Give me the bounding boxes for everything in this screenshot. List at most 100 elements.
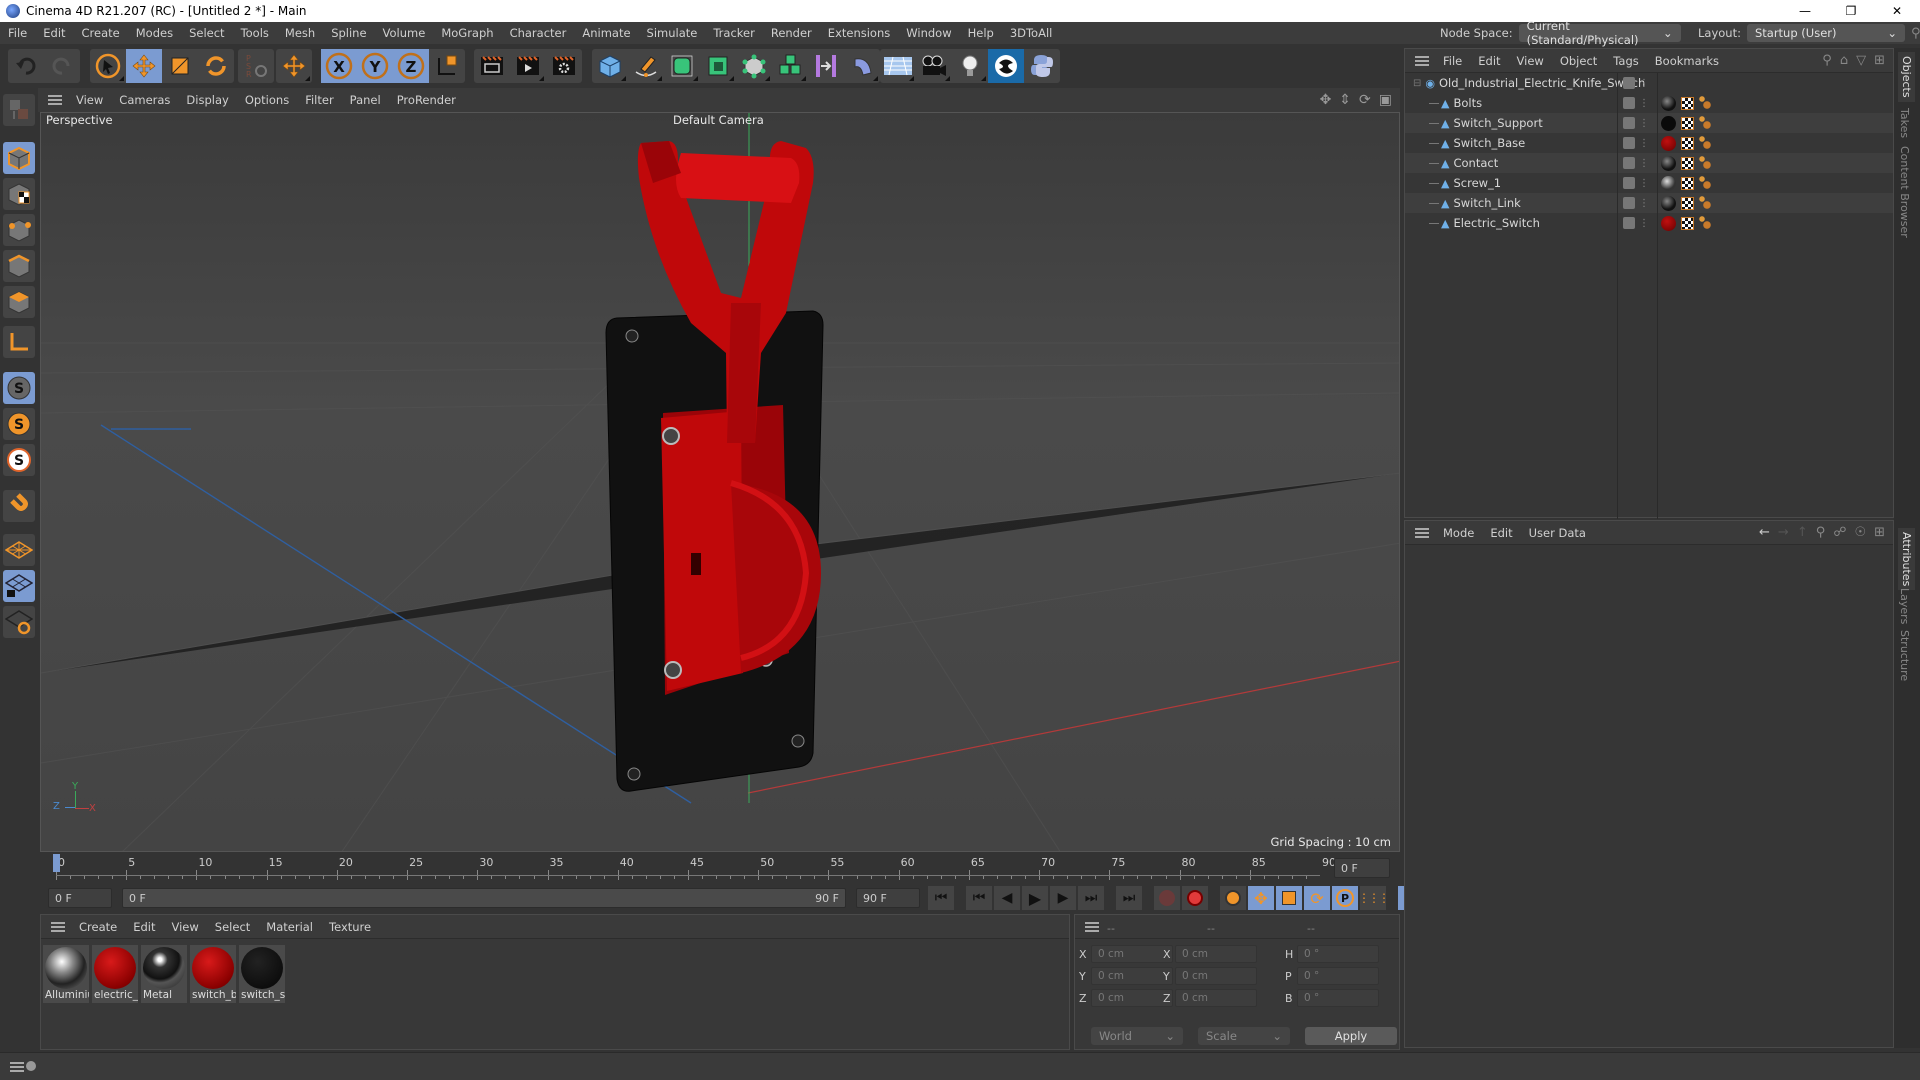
visibility-dots-icon[interactable]: ⋮ xyxy=(1639,218,1649,229)
material-menu-texture[interactable]: Texture xyxy=(321,920,379,934)
workplane-rotate-button[interactable] xyxy=(3,606,35,638)
tab-attributes[interactable]: Attributes xyxy=(1898,528,1915,591)
key-position-button[interactable]: ✥ xyxy=(1248,886,1274,910)
material-swatch[interactable]: Metal xyxy=(141,945,187,1003)
up-arrow-icon[interactable]: ↑ xyxy=(1797,525,1808,540)
menu-tracker[interactable]: Tracker xyxy=(705,26,763,40)
viewport-menu-view[interactable]: View xyxy=(68,93,111,107)
camera-button[interactable] xyxy=(916,49,952,83)
previous-key-button[interactable]: ⏮ xyxy=(966,886,992,910)
snap-button[interactable]: S xyxy=(3,372,35,404)
material-tag-icon[interactable] xyxy=(1661,95,1676,111)
editor-visibility-icon[interactable] xyxy=(1623,177,1635,189)
end-frame-field[interactable]: 90 F xyxy=(856,888,920,908)
floor-button[interactable] xyxy=(880,49,916,83)
node-space-dropdown[interactable]: Current (Standard/Physical) ⌄ xyxy=(1518,19,1681,47)
visibility-dots-icon[interactable]: ⋮ xyxy=(1639,198,1649,209)
search-icon[interactable]: ⚲ xyxy=(1911,26,1920,41)
object-menu-bookmarks[interactable]: Bookmarks xyxy=(1647,54,1727,68)
object-row[interactable]: ▲ Switch_Link ⋮ xyxy=(1405,193,1893,213)
timeline-ruler[interactable]: 0 5 10 15 20 25 30 35 40 45 50 55 60 65 70 75 80 85 90 0 F xyxy=(38,852,1400,882)
material-swatch[interactable]: electric_s xyxy=(92,945,138,1003)
lock-workplane-button[interactable] xyxy=(3,570,35,602)
coord-field[interactable]: 0 cm xyxy=(1175,945,1257,963)
coord-field[interactable]: 0 cm xyxy=(1175,967,1257,985)
uvw-tag-icon[interactable] xyxy=(1681,196,1694,210)
layout-dropdown[interactable]: Startup (User) ⌄ xyxy=(1746,24,1905,42)
editor-visibility-icon[interactable] xyxy=(1623,197,1635,209)
visibility-dots-icon[interactable]: ⋮ xyxy=(1639,118,1649,129)
collapse-icon[interactable]: ⊟ xyxy=(1413,78,1421,89)
material-tag-icon[interactable] xyxy=(1661,155,1676,171)
camera-name-label[interactable]: Default Camera xyxy=(673,113,764,127)
coord-field[interactable]: 0 cm xyxy=(1091,945,1173,963)
menu-window[interactable]: Window xyxy=(898,26,959,40)
menu-mograph[interactable]: MoGraph xyxy=(433,26,501,40)
play-button[interactable]: ▶ xyxy=(1022,886,1048,910)
cube-button[interactable] xyxy=(592,49,628,83)
tab-content-browser[interactable]: Content Browser xyxy=(1898,146,1911,238)
menu-mesh[interactable]: Mesh xyxy=(277,26,323,40)
viewport-menu-filter[interactable]: Filter xyxy=(297,93,341,107)
object-menu-file[interactable]: File xyxy=(1435,54,1470,68)
attribute-menu-user-data[interactable]: User Data xyxy=(1521,526,1594,540)
toggle-layout-icon[interactable]: ▣ xyxy=(1379,92,1392,108)
material-menu-view[interactable]: View xyxy=(164,920,207,934)
material-swatch[interactable]: switch_b xyxy=(190,945,236,1003)
snap-settings-button[interactable]: S xyxy=(3,408,35,440)
object-menu-icon[interactable] xyxy=(1415,55,1429,66)
live-selection-button[interactable] xyxy=(90,49,126,83)
move-button[interactable] xyxy=(126,49,162,83)
material-menu-icon[interactable] xyxy=(51,921,65,932)
phong-tag-icon[interactable] xyxy=(1699,96,1711,110)
phong-tag-icon[interactable] xyxy=(1699,216,1711,230)
magnet-button[interactable] xyxy=(3,490,35,522)
object-row[interactable]: ▲ Bolts ⋮ xyxy=(1405,93,1893,113)
uvw-tag-icon[interactable] xyxy=(1681,216,1694,230)
target-icon[interactable]: ☉ xyxy=(1854,525,1866,540)
z-axis-lock-button[interactable]: Z xyxy=(393,49,429,83)
lock-icon[interactable]: ☍ xyxy=(1833,525,1846,540)
visibility-dots-icon[interactable]: ⋮ xyxy=(1639,78,1649,89)
material-menu-select[interactable]: Select xyxy=(207,920,258,934)
close-button[interactable]: ✕ xyxy=(1874,0,1920,22)
cineware-button[interactable] xyxy=(988,49,1024,83)
menu-help[interactable]: Help xyxy=(960,26,1002,40)
material-tag-icon[interactable] xyxy=(1661,115,1676,131)
object-row[interactable]: ▲ Switch_Support ⋮ xyxy=(1405,113,1893,133)
viewport-menu-panel[interactable]: Panel xyxy=(342,93,389,107)
editor-visibility-icon[interactable] xyxy=(1623,157,1635,169)
menu-modes[interactable]: Modes xyxy=(128,26,181,40)
redo-button[interactable] xyxy=(44,49,80,83)
cloner-button[interactable] xyxy=(772,49,808,83)
editor-visibility-icon[interactable] xyxy=(1623,97,1635,109)
x-axis-lock-button[interactable]: X xyxy=(321,49,357,83)
coord-field[interactable]: 0 ° xyxy=(1297,989,1379,1007)
render-settings-button[interactable] xyxy=(546,49,582,83)
make-editable-button[interactable] xyxy=(3,94,35,126)
new-window-icon[interactable]: ⊞ xyxy=(1874,525,1885,540)
attribute-menu-edit[interactable]: Edit xyxy=(1482,526,1520,540)
visibility-dots-icon[interactable]: ⋮ xyxy=(1639,178,1649,189)
coordinate-system-button[interactable] xyxy=(429,49,465,83)
render-view-button[interactable] xyxy=(474,49,510,83)
snap-workplane-button[interactable]: S xyxy=(3,444,35,476)
visibility-dots-icon[interactable]: ⋮ xyxy=(1639,158,1649,169)
start-frame-field[interactable]: 0 F xyxy=(48,888,112,908)
autokey-button[interactable] xyxy=(1182,886,1208,910)
go-to-end-button[interactable]: ⏭ xyxy=(1116,886,1142,910)
coord-field[interactable]: 0 cm xyxy=(1091,967,1173,985)
viewport-menu-options[interactable]: Options xyxy=(237,93,297,107)
uvw-tag-icon[interactable] xyxy=(1681,96,1694,110)
menu-spline[interactable]: Spline xyxy=(323,26,374,40)
apply-button[interactable]: Apply xyxy=(1305,1027,1397,1045)
axis-mode-button[interactable] xyxy=(3,326,35,358)
undo-button[interactable] xyxy=(8,49,44,83)
menu-simulate[interactable]: Simulate xyxy=(639,26,706,40)
menu-edit[interactable]: Edit xyxy=(35,26,73,40)
attribute-menu-icon[interactable] xyxy=(1415,527,1429,538)
polygon-mode-button[interactable] xyxy=(3,286,35,318)
phong-tag-icon[interactable] xyxy=(1699,176,1711,190)
rotate-view-icon[interactable]: ⟳ xyxy=(1359,92,1371,108)
frame-range-slider[interactable]: 0 F 90 F xyxy=(122,888,846,908)
